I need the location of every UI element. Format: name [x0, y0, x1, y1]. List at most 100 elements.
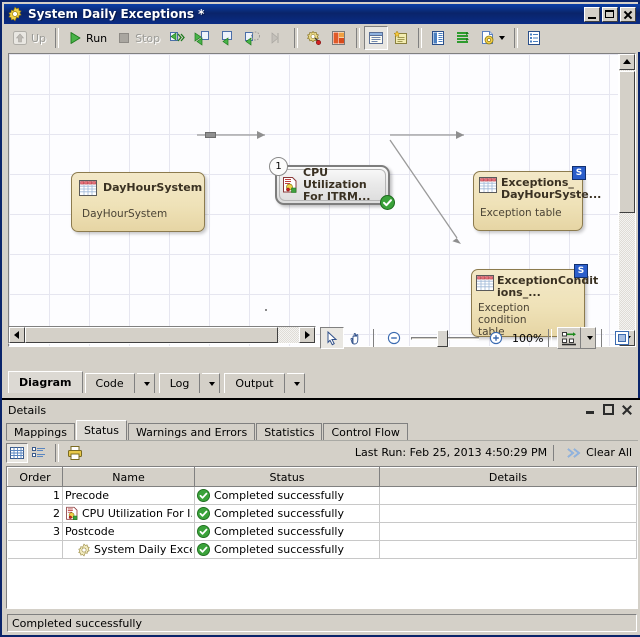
chevron-down-icon [293, 381, 300, 386]
details-close-button[interactable] [620, 403, 634, 417]
continue-button[interactable] [265, 26, 289, 50]
node-exceptions-dayhoursystem[interactable]: S Exceptions_ DayHourSyste... Exception … [473, 166, 601, 231]
tab-code-dropdown[interactable] [136, 373, 155, 393]
node-title-line2: DayHourSyste... [501, 188, 602, 201]
tab-control-flow[interactable]: Control Flow [323, 423, 408, 440]
table-row[interactable]: 1 Precode Completed successfully [7, 486, 637, 505]
maximize-button[interactable] [602, 6, 618, 22]
tab-log-dropdown[interactable] [202, 373, 221, 393]
auto-layout-split-button[interactable] [557, 327, 597, 349]
scroll-thumb-vertical[interactable] [619, 71, 635, 213]
scroll-right-button[interactable] [299, 327, 315, 343]
minimize-button[interactable] [584, 6, 600, 22]
column-header-status[interactable]: Status [194, 467, 380, 487]
zoom-slider-thumb[interactable] [437, 330, 448, 347]
step-into-button[interactable] [190, 26, 214, 50]
node-subtitle: DayHourSystem [82, 208, 168, 220]
settings-button[interactable] [302, 26, 326, 50]
details-minimize-button[interactable] [584, 403, 598, 417]
cell-status: Completed successfully [194, 504, 380, 523]
diagram-canvas[interactable]: DayHourSystem DayHourSystem CPU Utilizat… [9, 54, 618, 346]
green-check-icon [197, 543, 210, 556]
tab-log[interactable]: Log [158, 373, 201, 393]
zoom-slider[interactable] [411, 329, 479, 347]
list-button[interactable] [451, 26, 475, 50]
run-button[interactable]: Run [63, 26, 111, 50]
status-table: Order Name Status Details 1 Precode Comp… [7, 467, 637, 559]
properties-button[interactable] [522, 26, 546, 50]
print-button[interactable] [64, 443, 86, 463]
stop-button-label: Stop [135, 31, 161, 45]
tab-output[interactable]: Output [224, 373, 285, 393]
cell-details [379, 504, 637, 523]
column-header-name[interactable]: Name [62, 467, 195, 487]
close-button[interactable] [620, 6, 636, 22]
canvas-dot-marker [265, 309, 267, 311]
toolbar-separator [373, 329, 377, 347]
auto-layout-button[interactable] [557, 327, 582, 349]
play-icon [67, 30, 83, 46]
details-panel-button[interactable] [364, 26, 389, 50]
column-header-details[interactable]: Details [379, 467, 637, 487]
port-output-dayhoursystem[interactable] [205, 132, 216, 138]
status-table-container[interactable]: Order Name Status Details 1 Precode Comp… [6, 466, 638, 609]
stop-button[interactable]: Stop [112, 26, 164, 50]
auto-layout-dropdown[interactable] [581, 327, 597, 349]
details-maximize-button[interactable] [602, 403, 616, 417]
chevron-down-icon[interactable] [499, 36, 506, 40]
fit-to-window-button[interactable] [610, 327, 634, 349]
zoom-in-button[interactable] [484, 327, 508, 349]
canvas-vertical-scrollbar[interactable] [619, 54, 635, 346]
notes-button[interactable] [389, 26, 413, 50]
table-row[interactable]: System Daily Except... [7, 540, 637, 559]
list-view-button[interactable] [28, 443, 50, 463]
tab-code[interactable]: Code [84, 373, 135, 393]
cell-order: 2 [7, 504, 63, 523]
tab-diagram[interactable]: Diagram [8, 371, 83, 393]
scroll-left-button[interactable] [9, 327, 25, 343]
pan-tool-button[interactable] [344, 327, 368, 349]
step-over-button[interactable] [165, 26, 189, 50]
cell-details [379, 522, 637, 541]
step-out-button[interactable] [240, 26, 264, 50]
canvas-toolbar: 100% [320, 326, 636, 350]
columns-button[interactable] [426, 26, 450, 50]
tab-group-log: Log [158, 373, 223, 393]
table-row[interactable]: 3 Postcode Completed successfully [7, 522, 637, 541]
notes-star-icon [393, 30, 409, 46]
run-to-cursor-button[interactable] [215, 26, 239, 50]
status-message: Completed successfully [7, 614, 637, 632]
tab-group-output: Output [224, 373, 306, 393]
tab-mappings[interactable]: Mappings [6, 423, 75, 440]
toolbar-separator [294, 28, 299, 48]
zoom-out-button[interactable] [382, 327, 406, 349]
fit-to-window-icon [614, 330, 630, 346]
tab-output-dropdown[interactable] [286, 373, 305, 393]
green-list-icon [455, 30, 471, 46]
tab-statistics[interactable]: Statistics [256, 423, 323, 440]
pan-hand-tool-icon [348, 330, 364, 346]
report-dropdown-button[interactable] [476, 26, 509, 50]
toolbar-separator [55, 28, 60, 48]
table-row[interactable]: 2 CPU Utilization For I... Completed suc… [7, 504, 637, 523]
export-button[interactable] [327, 26, 351, 50]
grid-view-button[interactable] [6, 442, 28, 463]
toolbar-separator [553, 444, 555, 461]
scroll-thumb-horizontal[interactable] [25, 327, 278, 343]
step-over-icon [169, 30, 186, 46]
cell-name: Postcode [62, 522, 195, 541]
canvas-horizontal-scrollbar[interactable] [8, 326, 316, 344]
tab-status[interactable]: Status [75, 420, 127, 440]
chevron-down-icon [143, 381, 150, 386]
table-icon [79, 180, 97, 196]
green-check-icon [380, 195, 395, 210]
select-tool-button[interactable] [320, 327, 344, 349]
scroll-up-button[interactable] [619, 54, 635, 70]
node-cpu-utilization[interactable]: CPU Utilization For ITRM... 1 [269, 157, 395, 210]
up-button[interactable]: Up [8, 26, 50, 50]
column-header-order[interactable]: Order [7, 467, 63, 487]
clear-all-button[interactable]: Clear All [566, 445, 632, 461]
node-dayhoursystem[interactable]: DayHourSystem DayHourSystem [71, 172, 205, 232]
tab-warnings-and-errors[interactable]: Warnings and Errors [128, 423, 256, 440]
tab-label: Log [169, 377, 190, 390]
